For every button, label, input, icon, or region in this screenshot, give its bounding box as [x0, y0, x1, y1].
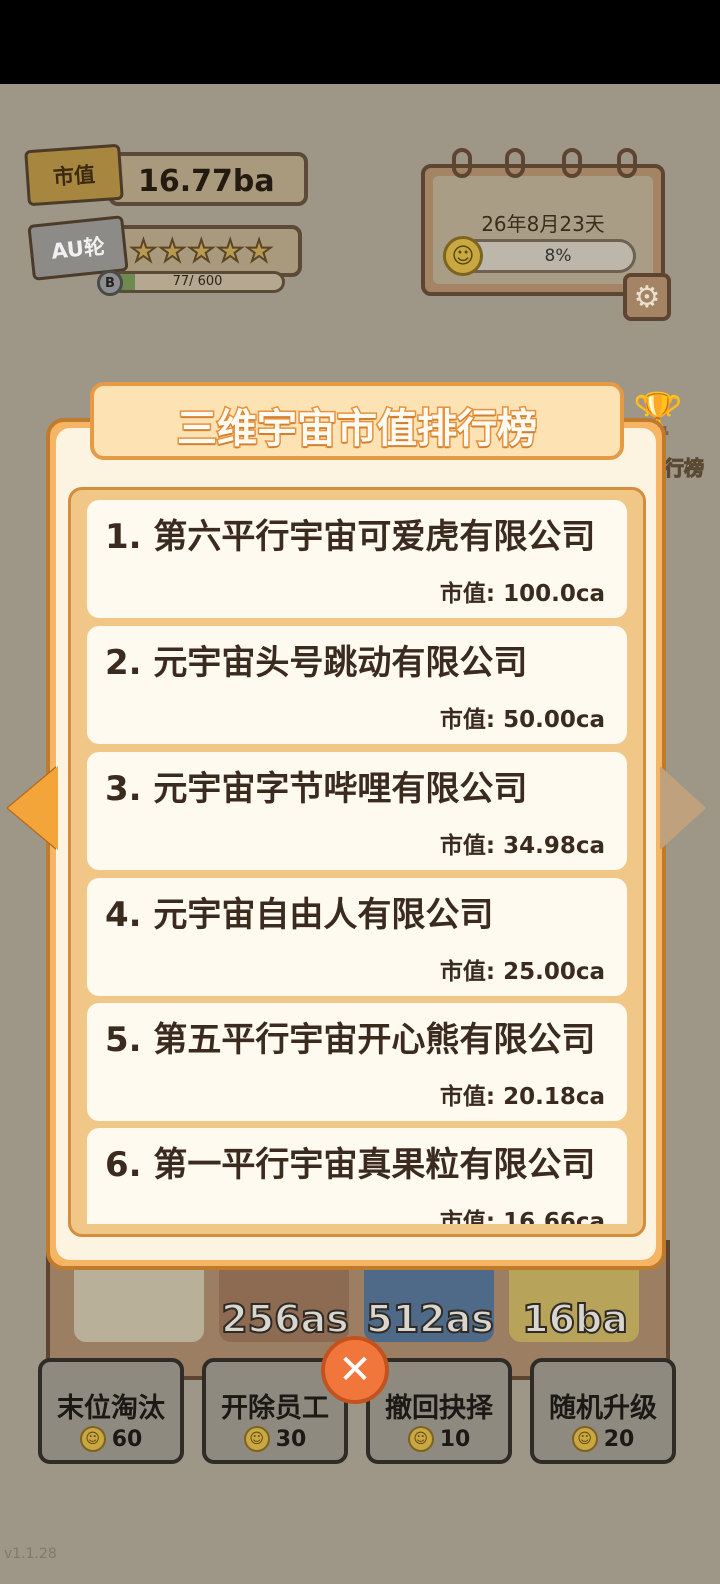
action-cost: ☺ 20 [534, 1426, 672, 1452]
company-name: 1. 第六平行宇宙可爱虎有限公司 [105, 517, 596, 557]
company-name: 3. 元宇宙字节哔哩有限公司 [105, 769, 528, 809]
action-cost-value: 30 [275, 1426, 307, 1452]
action-cost: ☺ 60 [42, 1426, 180, 1452]
market-value: 16.77ba [138, 164, 275, 199]
leaderboard-entry: 1. 第六平行宇宙可爱虎有限公司 市值: 100.0ca [87, 500, 627, 618]
action-label: 撤回抉择 [385, 1393, 493, 1424]
action-label: 随机升级 [549, 1393, 657, 1424]
star-icon: ★ [158, 233, 187, 270]
action-cost-value: 60 [111, 1426, 143, 1452]
action-cost-value: 20 [603, 1426, 635, 1452]
star-rating: ★ ★ ★ ★ ★ [129, 233, 274, 271]
gear-icon: ⚙ [633, 279, 661, 315]
company-name: 4. 元宇宙自由人有限公司 [105, 895, 494, 935]
leaderboard-entry: 4. 元宇宙自由人有限公司 市值: 25.00ca [87, 878, 627, 996]
market-value-badge: 市值 [24, 143, 124, 207]
previous-page-arrow-icon[interactable] [8, 766, 58, 850]
action-label: 开除员工 [221, 1393, 329, 1424]
action-cost: ☺ 30 [206, 1426, 344, 1452]
calendar-ring-icon [452, 148, 472, 178]
next-page-arrow-icon[interactable] [660, 766, 706, 850]
company-value: 市值: 50.00ca [439, 707, 605, 733]
calendar-date: 26年8月23天 [481, 212, 605, 236]
market-value-pill: 16.77ba [108, 152, 308, 206]
company-value: 市值: 20.18ca [439, 1084, 605, 1110]
empty-slot[interactable] [74, 1258, 204, 1342]
leaderboard-side-label[interactable]: 行榜 [664, 452, 705, 481]
status-bar [0, 0, 720, 84]
leaderboard-entry: 6. 第一平行宇宙真果粒有限公司 市值: 16.66ca [87, 1128, 627, 1224]
smiley-icon: ☺ [407, 1426, 434, 1452]
company-name: 6. 第一平行宇宙真果粒有限公司 [105, 1145, 596, 1185]
smiley-icon: ☺ [243, 1426, 270, 1452]
leaderboard-title-plate: 三维宇宙市值排行榜 [90, 382, 624, 460]
action-cost-value: 10 [439, 1426, 471, 1452]
mood-percent: 8% [544, 246, 572, 266]
random-upgrade-button[interactable]: 随机升级 ☺ 20 [530, 1358, 676, 1464]
settings-button[interactable]: ⚙ [623, 273, 671, 321]
smiley-icon: ☺ [571, 1426, 598, 1452]
leaderboard-entry: 5. 第五平行宇宙开心熊有限公司 市值: 20.18ca [87, 1003, 627, 1121]
calendar-ring-icon [617, 148, 637, 178]
experience-text: 77/ 600 [172, 274, 223, 289]
smiley-icon: ☺ [443, 236, 483, 276]
smiley-icon: ☺ [79, 1426, 106, 1452]
eliminate-last-button[interactable]: 末位淘汰 ☺ 60 [38, 1358, 184, 1464]
leaderboard-entry: 3. 元宇宙字节哔哩有限公司 市值: 34.98ca [87, 752, 627, 870]
company-value: 市值: 100.0ca [439, 581, 605, 607]
leaderboard-entry: 2. 元宇宙头号跳动有限公司 市值: 50.00ca [87, 626, 627, 744]
action-label: 末位淘汰 [57, 1393, 165, 1424]
close-icon: ✕ [338, 1347, 372, 1393]
company-value: 市值: 25.00ca [439, 959, 605, 985]
close-button[interactable]: ✕ [321, 1336, 389, 1404]
leaderboard-title: 三维宇宙市值排行榜 [176, 405, 539, 454]
experience-bar: 77/ 600 [110, 271, 285, 293]
calendar-ring-icon [505, 148, 525, 178]
action-cost: ☺ 10 [370, 1426, 508, 1452]
calendar-ring-icon [562, 148, 582, 178]
employee-slot-value: 512as [365, 1296, 495, 1342]
employee-slot-value: 256as [220, 1296, 350, 1342]
leaderboard-list[interactable]: 1. 第六平行宇宙可爱虎有限公司 市值: 100.0ca 2. 元宇宙头号跳动有… [87, 500, 627, 1224]
star-icon: ★ [245, 233, 274, 270]
version-label: v1.1.28 [4, 1546, 57, 1562]
star-rating-pill: ★ ★ ★ ★ ★ [112, 225, 302, 277]
company-value: 市值: 16.66ca [439, 1209, 605, 1224]
star-icon: ★ [129, 233, 158, 270]
grade-b-icon: B [97, 270, 123, 296]
star-icon: ★ [216, 233, 245, 270]
company-name: 5. 第五平行宇宙开心熊有限公司 [105, 1020, 596, 1060]
employee-slot-value: 16ba [521, 1296, 629, 1342]
round-label: AU轮 [50, 234, 107, 264]
star-icon: ★ [187, 233, 216, 270]
leaderboard-list-frame[interactable]: 1. 第六平行宇宙可爱虎有限公司 市值: 100.0ca 2. 元宇宙头号跳动有… [68, 487, 646, 1237]
company-name: 2. 元宇宙头号跳动有限公司 [105, 643, 528, 683]
market-value-label: 市值 [52, 162, 96, 190]
company-value: 市值: 34.98ca [439, 833, 605, 859]
